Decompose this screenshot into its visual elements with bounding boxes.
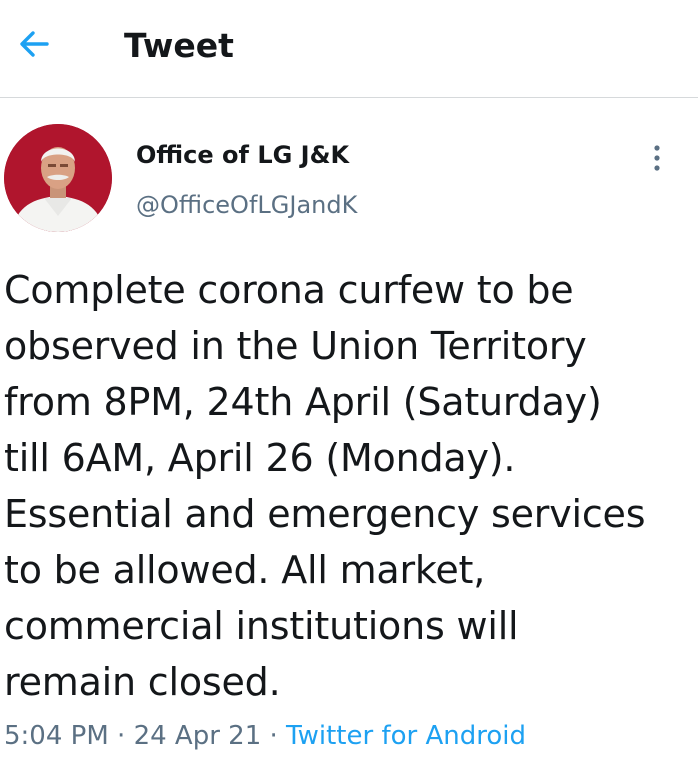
vertical-dots-icon (654, 145, 660, 171)
meta-separator: · (269, 721, 278, 751)
tweet-text: Complete corona curfew to be observed in… (4, 268, 646, 704)
back-button[interactable] (14, 24, 54, 64)
author-name[interactable]: Office of LG J&K (136, 139, 349, 171)
meta-separator: · (117, 721, 126, 751)
arrow-left-icon (20, 31, 49, 57)
profile-photo (4, 124, 112, 232)
more-options-button[interactable] (642, 138, 672, 178)
page-title: Tweet (124, 26, 234, 65)
tweet-meta: 5:04 PM · 24 Apr 21 · Twitter for Androi… (4, 718, 526, 754)
tweet-date: 24 Apr 21 (133, 721, 262, 751)
avatar[interactable] (4, 124, 112, 232)
tweet-time: 5:04 PM (4, 721, 109, 751)
top-bar: Tweet (0, 0, 698, 98)
author-handle[interactable]: @OfficeOfLGJandK (136, 189, 357, 221)
tweet-source-link[interactable]: Twitter for Android (286, 721, 526, 751)
